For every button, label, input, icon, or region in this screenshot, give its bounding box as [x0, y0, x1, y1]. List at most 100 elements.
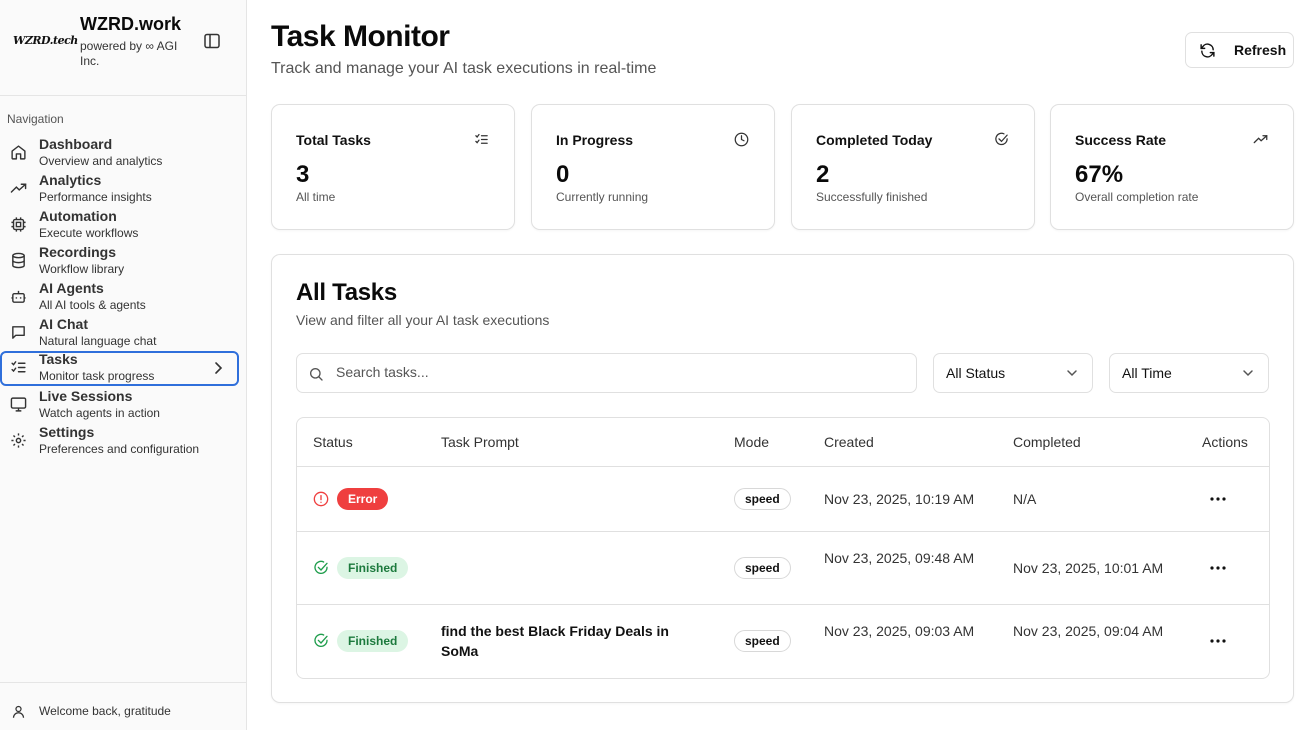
section-subtitle: View and filter all your AI task executi…: [296, 312, 550, 328]
sidebar-item-label: Analytics: [39, 172, 102, 188]
stat-value: 67%: [1075, 161, 1124, 188]
database-icon: [12, 252, 25, 269]
tasks-table: Status Task Prompt Mode Created Complete…: [296, 417, 1270, 679]
sidebar-item-desc: Performance insights: [39, 190, 152, 204]
refresh-icon: [1200, 43, 1215, 58]
sidebar: WZRD.tech WZRD.work powered by ∞ AGI Inc…: [0, 0, 247, 730]
stat-title: In Progress: [556, 132, 634, 148]
sidebar-item-desc: Monitor task progress: [39, 369, 155, 383]
search-icon: [310, 368, 323, 381]
all-tasks-card: All Tasks View and filter all your AI ta…: [271, 254, 1294, 703]
trending-up-icon: [1253, 135, 1268, 144]
more-actions-icon[interactable]: [1207, 492, 1229, 506]
sidebar-item-label: Dashboard: [39, 136, 113, 152]
nav-heading: Navigation: [7, 112, 64, 126]
sidebar-toggle-icon[interactable]: [203, 33, 221, 49]
table-row[interactable]: Finished find the best Black Friday Deal…: [297, 605, 1269, 678]
status-badge: Finished: [337, 557, 409, 579]
sidebar-item-dashboard[interactable]: Dashboard Overview and analytics: [0, 136, 239, 171]
column-header-actions: Actions: [1202, 434, 1248, 450]
cpu-icon: [11, 217, 26, 232]
stat-desc: All time: [296, 190, 336, 204]
sidebar-item-desc: Workflow library: [39, 262, 125, 276]
column-header-task-prompt: Task Prompt: [441, 434, 519, 450]
trending-up-icon: [10, 183, 27, 193]
stat-title: Success Rate: [1075, 132, 1167, 148]
sidebar-footer[interactable]: Welcome back, gratitude: [0, 682, 246, 730]
sidebar-item-desc: Execute workflows: [39, 226, 139, 240]
sidebar-item-label: AI Agents: [39, 280, 104, 296]
sidebar-item-settings[interactable]: Settings Preferences and configuration: [0, 424, 239, 459]
sidebar-item-desc: Overview and analytics: [39, 154, 163, 168]
sidebar-item-desc: Watch agents in action: [39, 406, 160, 420]
home-icon: [11, 145, 26, 160]
page-title: Task Monitor: [271, 20, 450, 53]
created-date: Nov 23, 2025, 09:03 AM: [824, 623, 975, 639]
sidebar-item-label: Live Sessions: [39, 388, 133, 404]
sidebar-item-automation[interactable]: Automation Execute workflows: [0, 208, 239, 243]
brand-logo[interactable]: WZRD.tech: [13, 34, 78, 47]
brand-header: WZRD.tech WZRD.work powered by ∞ AGI Inc…: [0, 0, 246, 96]
stat-desc: Overall completion rate: [1075, 190, 1199, 204]
created-date: Nov 23, 2025, 09:48 AM: [824, 550, 975, 566]
user-icon: [12, 705, 25, 718]
sidebar-item-recordings[interactable]: Recordings Workflow library: [0, 244, 239, 279]
time-filter-value: All Time: [1122, 365, 1172, 381]
page-subtitle: Track and manage your AI task executions…: [271, 60, 657, 77]
sidebar-item-analytics[interactable]: Analytics Performance insights: [0, 172, 239, 207]
stat-value: 3: [296, 161, 310, 188]
status-filter-select[interactable]: All Status: [933, 353, 1093, 393]
stat-title: Total Tasks: [296, 132, 371, 148]
welcome-text: Welcome back, gratitude: [39, 704, 171, 718]
completed-date: Nov 23, 2025, 10:01 AM: [1013, 560, 1164, 576]
more-actions-icon[interactable]: [1207, 634, 1229, 648]
list-checks-icon: [475, 133, 488, 144]
chevron-down-icon: [1067, 370, 1077, 377]
check-circle-icon: [314, 633, 328, 648]
sidebar-item-label: AI Chat: [39, 316, 88, 332]
table-row[interactable]: Error speed Nov 23, 2025, 10:19 AM N/A: [297, 467, 1269, 532]
sidebar-item-tasks[interactable]: Tasks Monitor task progress: [0, 351, 239, 386]
section-title: All Tasks: [296, 279, 397, 306]
refresh-button[interactable]: Refresh: [1185, 32, 1294, 68]
message-icon: [12, 326, 25, 339]
stat-value: 0: [556, 161, 570, 188]
sidebar-item-label: Automation: [39, 208, 117, 224]
time-filter-select[interactable]: All Time: [1109, 353, 1269, 393]
sidebar-item-desc: Preferences and configuration: [39, 442, 200, 456]
stat-value: 2: [816, 161, 830, 188]
sidebar-item-ai-chat[interactable]: AI Chat Natural language chat: [0, 316, 239, 351]
stat-card-in-progress: In Progress 0 Currently running: [531, 104, 775, 230]
sidebar-item-desc: All AI tools & agents: [39, 298, 146, 312]
completed-date: N/A: [1013, 491, 1037, 507]
sidebar-item-ai-agents[interactable]: AI Agents All AI tools & agents: [0, 280, 239, 315]
column-header-status: Status: [313, 434, 353, 450]
search-box[interactable]: [296, 353, 917, 393]
sidebar-item-label: Tasks: [39, 351, 78, 367]
sidebar-item-label: Settings: [39, 424, 95, 440]
clock-icon: [734, 132, 749, 147]
brand-title: WZRD.work: [80, 14, 181, 34]
mode-badge: speed: [734, 557, 791, 579]
stat-desc: Currently running: [556, 190, 649, 204]
status-badge: Finished: [337, 630, 409, 652]
refresh-label: Refresh: [1234, 42, 1287, 58]
table-header: Status Task Prompt Mode Created Complete…: [297, 418, 1269, 467]
mode-badge: speed: [734, 630, 791, 652]
status-badge: Error: [337, 488, 389, 510]
task-prompt: find the best Black Friday Deals in SoMa: [441, 623, 669, 659]
monitor-icon: [10, 397, 27, 412]
stat-desc: Successfully finished: [816, 190, 928, 204]
chevron-right-icon: [215, 362, 223, 374]
sidebar-item-desc: Natural language chat: [39, 334, 157, 348]
completed-date: Nov 23, 2025, 09:04 AM: [1013, 623, 1164, 639]
status-filter-value: All Status: [946, 365, 1006, 381]
column-header-created: Created: [824, 434, 874, 450]
more-actions-icon[interactable]: [1207, 561, 1229, 575]
table-row[interactable]: Finished speed Nov 23, 2025, 09:48 AM No…: [297, 532, 1269, 605]
list-checks-icon: [11, 361, 26, 373]
column-header-mode: Mode: [734, 434, 770, 450]
search-input[interactable]: [336, 364, 896, 380]
check-circle-icon: [314, 560, 328, 575]
sidebar-item-live-sessions[interactable]: Live Sessions Watch agents in action: [0, 388, 239, 423]
